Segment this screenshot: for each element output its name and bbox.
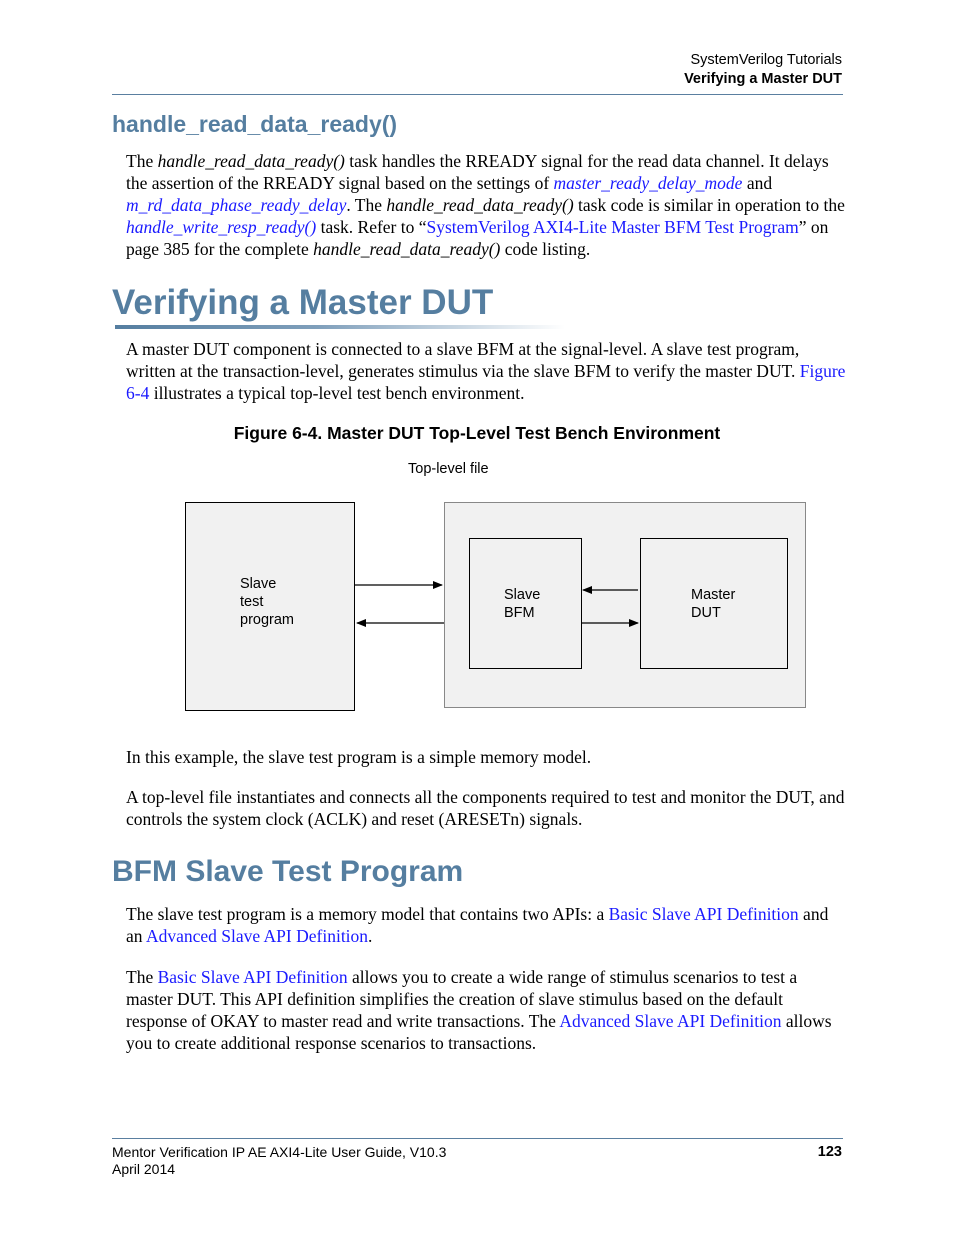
link-handle-write-resp-ready[interactable]: handle_write_resp_ready() [126, 217, 316, 237]
text: and [742, 173, 773, 193]
label-line: program [240, 612, 294, 628]
label-line: test [240, 594, 264, 610]
footer-doc-info: Mentor Verification IP AE AXI4-Lite User… [112, 1144, 446, 1178]
code-ref: handle_read_data_ready() [386, 195, 574, 215]
header-divider [112, 94, 843, 95]
paragraph-slave-apis: The slave test program is a memory model… [126, 903, 846, 947]
code-ref: handle_read_data_ready() [157, 151, 345, 171]
link-master-bfm-test-program[interactable]: SystemVerilog AXI4-Lite Master BFM Test … [427, 217, 799, 237]
footer-date: April 2014 [112, 1161, 176, 1177]
text: The slave test program is a memory model… [126, 904, 609, 924]
text: . [368, 926, 373, 946]
diagram-label-slave-bfm: Slave BFM [504, 586, 540, 622]
header-section: Verifying a Master DUT [684, 71, 842, 87]
figure-label-top-level-file: Top-level file [408, 461, 489, 477]
paragraph-verifying-intro: A master DUT component is connected to a… [126, 338, 846, 404]
label-line: Master [691, 587, 736, 603]
header-chapter: SystemVerilog Tutorials [690, 52, 842, 68]
link-master-ready-delay-mode[interactable]: master_ready_delay_mode [554, 173, 743, 193]
text: The [126, 151, 158, 171]
section-heading-handle-read-data-ready: handle_read_data_ready() [112, 111, 398, 137]
link-advanced-slave-api[interactable]: Advanced Slave API Definition [559, 1011, 781, 1031]
text: task. Refer to “ [316, 217, 427, 237]
label-line: Slave [504, 587, 541, 603]
link-basic-slave-api[interactable]: Basic Slave API Definition [158, 967, 348, 987]
diagram-box-slave-test-program: Slave test program [185, 502, 355, 711]
diagram-label-slave-test-program: Slave test program [240, 575, 294, 629]
text: task code is similar in operation to the [573, 195, 845, 215]
label-line: BFM [504, 605, 535, 621]
figure-caption: Figure 6-4. Master DUT Top-Level Test Be… [233, 423, 721, 443]
link-m-rd-data-phase-ready-delay[interactable]: m_rd_data_phase_ready_delay [126, 195, 346, 215]
text: . The [346, 195, 387, 215]
footer-doc-title: Mentor Verification IP AE AXI4-Lite User… [112, 1144, 447, 1160]
label-line: DUT [691, 605, 721, 621]
diagram-box-slave-bfm: Slave BFM [469, 538, 582, 669]
text: code listing. [500, 239, 591, 259]
page-number: 123 [817, 1144, 842, 1160]
link-basic-slave-api[interactable]: Basic Slave API Definition [609, 904, 799, 924]
text: The [126, 967, 158, 987]
paragraph-basic-slave-api: The Basic Slave API Definition allows yo… [126, 966, 846, 1054]
label-line: Slave [240, 576, 277, 592]
section-heading-bfm-slave-test-program: BFM Slave Test Program [112, 855, 464, 888]
paragraph-handle-read-data-ready: The handle_read_data_ready() task handle… [126, 150, 846, 260]
heading-gradient-rule [115, 325, 565, 329]
diagram-box-master-dut: Master DUT [640, 538, 788, 669]
text: A master DUT component is connected to a… [126, 339, 800, 381]
link-advanced-slave-api[interactable]: Advanced Slave API Definition [146, 926, 368, 946]
footer-divider [112, 1138, 843, 1139]
code-ref: handle_read_data_ready() [313, 239, 501, 259]
paragraph-memory-model: In this example, the slave test program … [126, 747, 592, 767]
section-heading-verifying-master-dut: Verifying a Master DUT [112, 283, 494, 322]
running-header: SystemVerilog Tutorials Verifying a Mast… [684, 51, 842, 89]
diagram-label-master-dut: Master DUT [691, 586, 735, 622]
paragraph-top-level-file: A top-level file instantiates and connec… [126, 787, 845, 829]
text: illustrates a typical top-level test ben… [149, 383, 525, 403]
